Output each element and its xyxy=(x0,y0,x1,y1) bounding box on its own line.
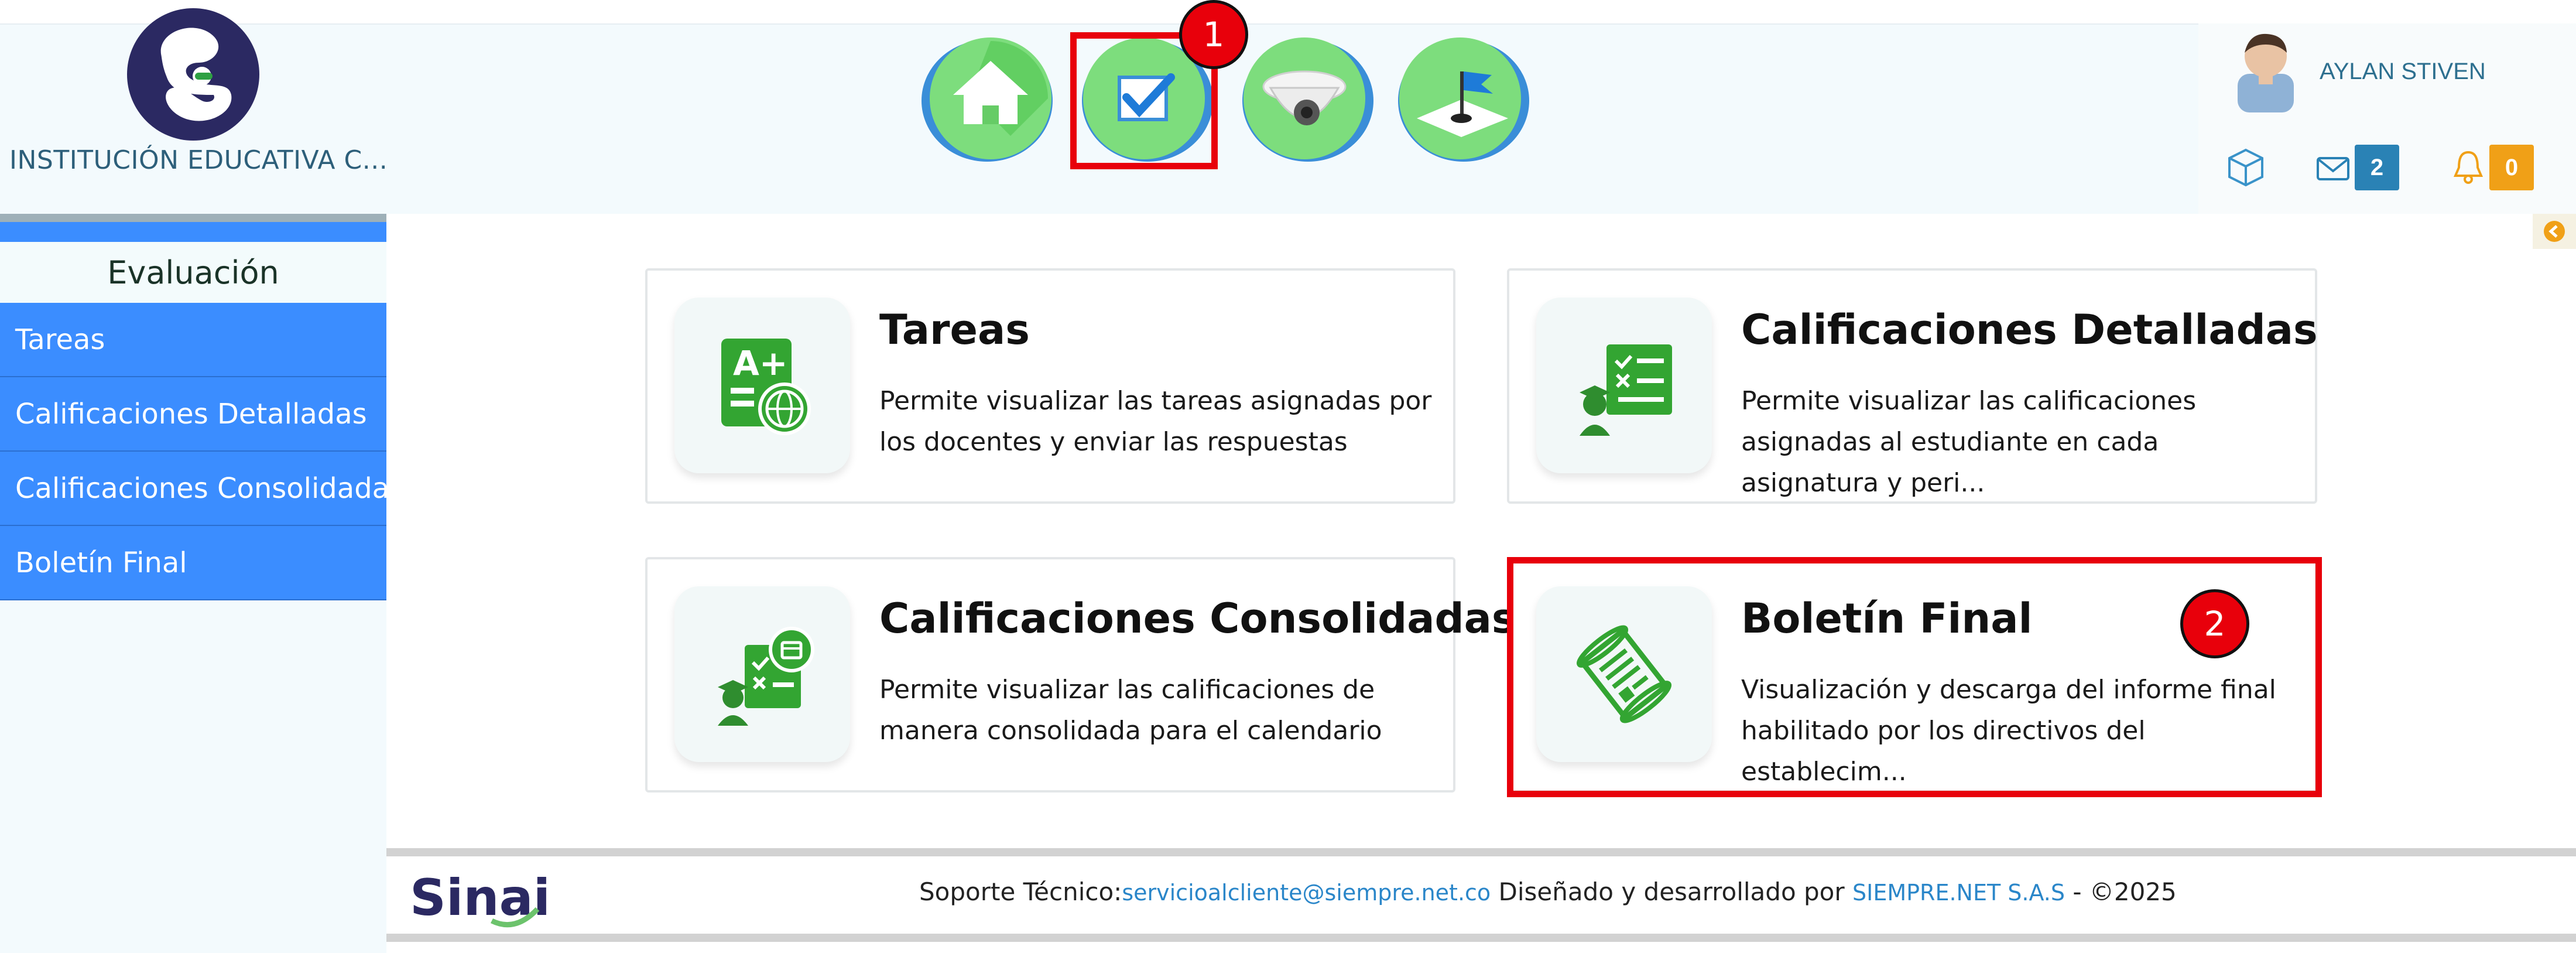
footer: Sinai Soporte Técnico:servicioalcliente@… xyxy=(386,848,2576,942)
footer-text: Soporte Técnico:servicioalcliente@siempr… xyxy=(919,877,2177,906)
sidebar: Evaluación Tareas Calificaciones Detalla… xyxy=(0,214,386,953)
step-badge-2: 2 xyxy=(2180,589,2249,658)
copyright-text: ©2025 xyxy=(2089,877,2177,906)
nav-camera-button[interactable] xyxy=(1238,36,1378,165)
card-calificaciones-consolidadas[interactable]: Calificaciones Consolidadas Permite visu… xyxy=(645,557,1516,793)
card-calificaciones-detalladas[interactable]: Calificaciones Detalladas Permite visual… xyxy=(1507,268,2318,504)
card-title: Calificaciones Consolidadas xyxy=(879,595,1516,643)
top-strip xyxy=(0,0,2576,23)
security-camera-icon xyxy=(1242,37,1373,162)
sidebar-item-calificaciones-consolidadas[interactable]: Calificaciones Consolidadas xyxy=(0,452,386,526)
consolidated-grades-icon xyxy=(674,586,850,762)
footer-logo[interactable]: Sinai xyxy=(404,868,550,932)
messages-badge[interactable]: 2 xyxy=(2355,145,2399,190)
tasks-icon: A+ xyxy=(674,298,850,473)
card-description: Permite visualizar las tareas asignadas … xyxy=(879,386,1432,457)
footer-separator: - xyxy=(2073,877,2082,906)
institution-logo[interactable] xyxy=(126,7,261,142)
home-icon xyxy=(922,37,1053,162)
bell-icon[interactable] xyxy=(2452,149,2485,185)
nav-achievement-button[interactable] xyxy=(1393,36,1534,165)
avatar[interactable] xyxy=(2232,27,2300,112)
card-description: Permite visualizar las calificaciones de… xyxy=(879,675,1382,746)
card-description: Permite visualizar las calificaciones as… xyxy=(1741,386,2197,498)
sidebar-item-calificaciones-detalladas[interactable]: Calificaciones Detalladas xyxy=(0,377,386,452)
designed-by-text: Diseñado y desarrollado por xyxy=(1498,877,1845,906)
company-link[interactable]: SIEMPRE.NET S.A.S xyxy=(1852,880,2065,906)
sidebar-title: Evaluación xyxy=(0,242,386,303)
sidebar-item-tareas[interactable]: Tareas xyxy=(0,303,386,377)
step-badge-1: 1 xyxy=(1179,0,1248,69)
user-name[interactable]: AYLAN STIVEN xyxy=(2320,59,2486,85)
support-email-link[interactable]: servicioalcliente@siempre.net.co xyxy=(1122,880,1491,906)
sidebar-top-bar xyxy=(0,214,386,242)
institution-name: INSTITUCIÓN EDUCATIVA C... xyxy=(9,145,388,175)
detailed-grades-icon xyxy=(1536,298,1712,473)
graduation-icon xyxy=(1398,37,1529,162)
nav-home-button[interactable] xyxy=(917,36,1057,165)
card-title: Tareas xyxy=(879,306,1030,354)
card-tareas[interactable]: A+ Tareas Permite visualizar las tareas … xyxy=(645,268,1455,504)
cube-icon[interactable] xyxy=(2225,146,2267,189)
envelope-icon[interactable] xyxy=(2316,151,2350,185)
sidebar-item-boletin-final[interactable]: Boletín Final xyxy=(0,526,386,600)
collapse-panel-button[interactable] xyxy=(2533,214,2576,249)
chevron-left-icon xyxy=(2544,221,2565,242)
notifications-badge[interactable]: 0 xyxy=(2489,145,2534,190)
card-title: Calificaciones Detalladas xyxy=(1741,306,2318,354)
svg-text:A+: A+ xyxy=(733,343,788,383)
support-label: Soporte Técnico: xyxy=(919,877,1122,906)
